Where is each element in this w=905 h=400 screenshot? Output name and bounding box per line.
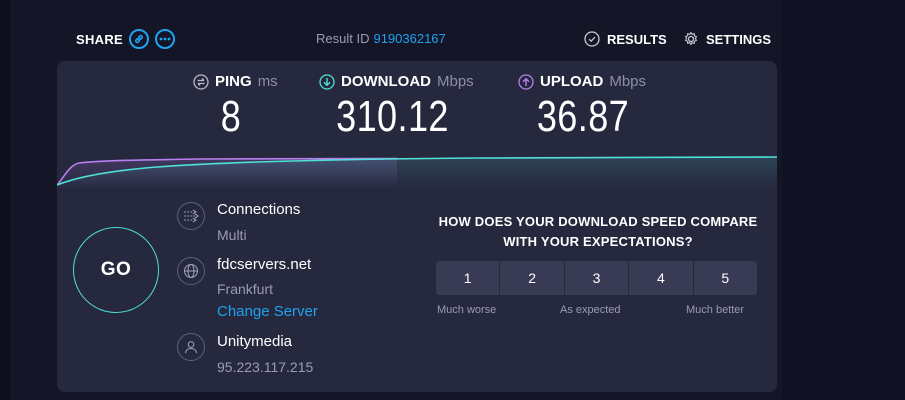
upload-metric: UPLOAD Mbps 36.87 [518,73,658,142]
go-label: GO [100,259,132,280]
scale-high-label: Much better [686,304,745,316]
gear-icon [684,31,698,46]
settings-button[interactable]: SETTINGS [683,31,771,47]
ping-metric: PING ms 8 [193,73,293,142]
change-server-link[interactable]: Change Server [217,303,318,320]
result-id: Result ID 9190362167 [316,31,446,46]
result-id-label: Result ID [316,31,370,46]
scale-mid-label: As expected [560,304,621,316]
ping-header: PING ms [193,73,293,90]
results-label: RESULTS [607,31,667,47]
connections-icon-badge [177,202,205,230]
share-link-button[interactable] [129,29,150,49]
connections-icon [184,209,199,223]
rating-scale: 1 2 3 4 5 [436,261,758,295]
download-arrow-icon [319,73,335,90]
speed-graph [57,156,777,189]
server-host: fdcservers.net [217,256,312,273]
ping-value: 8 [220,92,242,141]
rating-option-1[interactable]: 1 [436,261,500,295]
ping-icon [193,73,209,90]
check-circle-icon [584,31,600,47]
rating-option-5[interactable]: 5 [693,261,758,295]
rating-option-4[interactable]: 4 [629,261,693,295]
provider-name: Unitymedia [217,333,293,350]
share-more-button[interactable] [155,29,176,49]
right-edge [782,0,905,400]
connections-title: Connections [217,201,301,218]
upload-arrow-icon [518,73,534,90]
download-value: 310.12 [336,92,449,141]
results-button[interactable]: RESULTS [584,31,667,47]
ping-unit: ms [257,73,278,90]
survey-question: HOW DOES YOUR DOWNLOAD SPEED COMPARE WIT… [438,214,758,249]
ping-label: PING [215,73,252,90]
download-metric: DOWNLOAD Mbps 310.12 [319,73,484,142]
share-bar: SHARE [76,29,176,49]
server-icon-badge [177,257,205,285]
settings-label: SETTINGS [706,31,772,47]
globe-icon [183,263,199,279]
scale-low-label: Much worse [437,304,497,316]
provider-ip: 95.223.117.215 [217,359,314,375]
upload-unit: Mbps [609,73,647,90]
speedtest-page: SHARE Result ID 9190362167 RESULTS SETTI… [0,0,905,400]
result-id-link[interactable]: 9190362167 [373,31,445,46]
upload-header: UPLOAD Mbps [518,73,658,90]
result-card: PING ms 8 DOWNLOAD Mbps 310.12 UPLOAD Mb… [57,61,777,392]
download-label: DOWNLOAD [341,73,431,90]
connections-value: Multi [217,227,247,243]
provider-icon-badge [177,333,205,361]
share-label: SHARE [76,31,124,47]
user-icon [184,341,198,354]
download-unit: Mbps [437,73,474,90]
download-header: DOWNLOAD Mbps [319,73,484,90]
server-location: Frankfurt [217,281,274,297]
go-button[interactable]: GO [73,227,159,313]
upload-value: 36.87 [536,92,630,141]
rating-option-2[interactable]: 2 [500,261,564,295]
more-icon [159,37,171,41]
link-icon [135,34,143,44]
left-edge [0,0,10,400]
rating-option-3[interactable]: 3 [564,261,629,295]
upload-label: UPLOAD [540,73,604,90]
